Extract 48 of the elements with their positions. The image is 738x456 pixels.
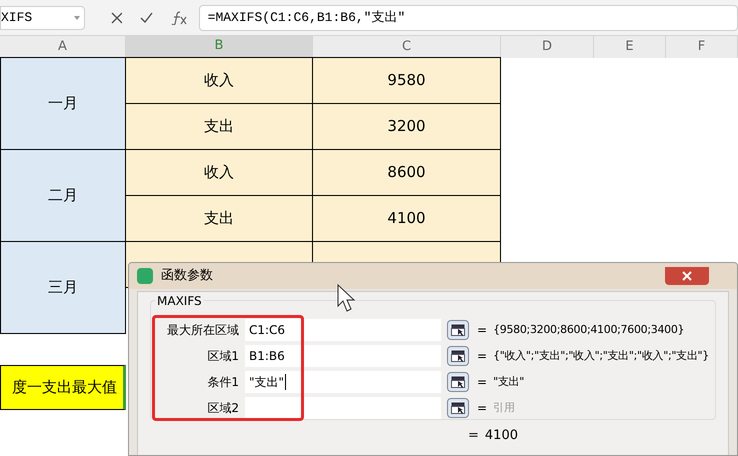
equals-sign: = (477, 400, 488, 417)
app-logo-icon (137, 268, 153, 284)
close-icon (682, 271, 692, 281)
range-select-button[interactable] (447, 346, 469, 366)
equals-sign: = (477, 374, 488, 391)
equals-sign: = (468, 427, 479, 445)
table-cell: 8600 (312, 149, 501, 196)
formula-field[interactable]: =MAXIFS(C1:C6,B1:B6,"支出" (198, 4, 738, 30)
cancel-icon[interactable] (110, 12, 122, 24)
result-value: 4100 (484, 427, 518, 445)
summary-cell[interactable]: 度一支出最大值 (0, 365, 126, 410)
equals-sign: = (477, 322, 488, 339)
argument-label: 区域1 (206, 348, 240, 365)
range-select-button[interactable] (447, 320, 469, 340)
dialog-title: 函数参数 (161, 267, 213, 286)
argument-result: {9580;3200;8600;4100;7600;3400} (493, 322, 684, 338)
table-cell: 9580 (312, 57, 501, 104)
argument-result: "支出" (493, 374, 524, 390)
argument-result: {"收入";"支出";"收入";"支出";"收入";"支出"} (493, 348, 710, 364)
mouse-pointer-icon (337, 284, 357, 314)
argument-field[interactable] (245, 397, 441, 419)
table-cell: 收入 (125, 149, 313, 196)
argument-label: 条件1 (206, 374, 240, 391)
function-icon[interactable] (171, 10, 187, 24)
month-cell: 三月 (0, 241, 126, 334)
table-cell: 4100 (312, 195, 501, 242)
table-cell: 3200 (312, 103, 501, 150)
name-box[interactable]: XIFS (0, 6, 85, 30)
table-cell: 收入 (125, 57, 313, 104)
argument-label: 区域2 (206, 400, 240, 417)
column-header[interactable]: D (501, 36, 594, 58)
argument-field[interactable]: C1:C6 (245, 319, 441, 341)
table-cell: 支出 (125, 103, 313, 150)
close-button[interactable] (665, 267, 709, 285)
argument-label: 最大所在区域 (166, 322, 240, 339)
argument-field[interactable]: "支出" (245, 371, 441, 393)
equals-sign: = (477, 348, 488, 365)
range-select-button[interactable] (447, 398, 469, 418)
month-cell: 一月 (0, 57, 126, 150)
column-header[interactable]: E (594, 36, 666, 58)
argument-result: 引用 (493, 400, 514, 416)
column-header[interactable]: F (666, 36, 738, 58)
dropdown-icon (74, 16, 80, 20)
confirm-icon[interactable] (140, 12, 154, 23)
month-cell: 二月 (0, 149, 126, 242)
range-select-button[interactable] (447, 372, 469, 392)
argument-field[interactable]: B1:B6 (245, 345, 441, 367)
table-cell: 支出 (125, 195, 313, 242)
